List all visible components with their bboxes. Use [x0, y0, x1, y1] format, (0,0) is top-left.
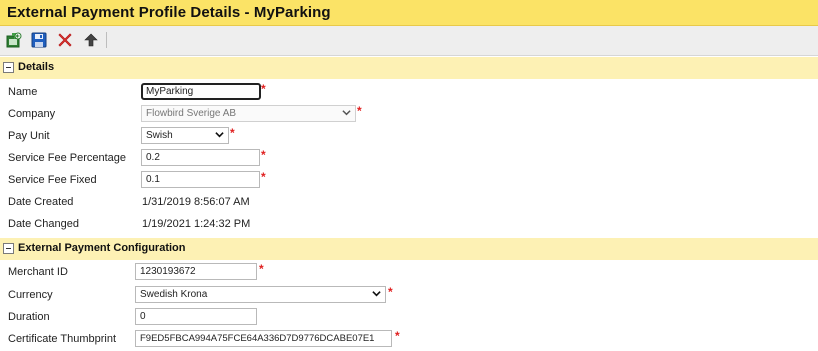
- page-title: External Payment Profile Details - MyPar…: [7, 4, 331, 21]
- details-section-title: Details: [18, 61, 55, 73]
- back-icon[interactable]: [6, 32, 22, 48]
- collapse-icon[interactable]: [3, 243, 14, 254]
- required-marker: *: [395, 329, 400, 343]
- date-changed-label: Date Changed: [8, 218, 79, 230]
- pay-unit-select[interactable]: Swish: [141, 127, 229, 144]
- currency-label: Currency: [8, 289, 53, 301]
- required-marker: *: [230, 126, 235, 140]
- company-value: Flowbird Sverige AB: [146, 108, 237, 119]
- company-label: Company: [8, 108, 56, 120]
- certificate-thumbprint-label: Certificate Thumbprint: [8, 333, 117, 345]
- collapse-icon[interactable]: [3, 62, 14, 73]
- date-created-value: 1/31/2019 8:56:07 AM: [142, 196, 250, 208]
- service-fee-percentage-label: Service Fee Percentage: [8, 152, 127, 164]
- name-input[interactable]: MyParking: [141, 83, 261, 100]
- required-marker: *: [357, 104, 362, 118]
- company-select[interactable]: Flowbird Sverige AB: [141, 105, 356, 122]
- currency-select[interactable]: Swedish Krona: [135, 286, 386, 303]
- toolbar-separator: [106, 32, 107, 48]
- config-section-title: External Payment Configuration: [18, 242, 186, 254]
- name-label: Name: [8, 86, 38, 98]
- service-fee-fixed-input[interactable]: 0.1: [141, 171, 260, 188]
- date-changed-value: 1/19/2021 1:24:32 PM: [142, 218, 251, 230]
- service-fee-percentage-input[interactable]: 0.2: [141, 149, 260, 166]
- chevron-down-icon: [372, 291, 381, 297]
- merchant-id-input[interactable]: 1230193672: [135, 263, 257, 280]
- duration-input[interactable]: 0: [135, 308, 257, 325]
- date-created-label: Date Created: [8, 196, 74, 208]
- required-marker: *: [261, 148, 266, 162]
- upload-icon[interactable]: [83, 32, 99, 48]
- pay-unit-label: Pay Unit: [8, 130, 50, 142]
- required-marker: *: [261, 170, 266, 184]
- title-bar: External Payment Profile Details - MyPar…: [0, 0, 818, 26]
- required-marker: *: [261, 82, 266, 96]
- certificate-thumbprint-input[interactable]: F9ED5FBCA994A75FCE64A336D7D9776DCABE07E1: [135, 330, 392, 347]
- merchant-id-label: Merchant ID: [8, 266, 68, 278]
- required-marker: *: [388, 285, 393, 299]
- duration-label: Duration: [8, 311, 50, 323]
- chevron-down-icon: [342, 110, 351, 116]
- save-icon[interactable]: [31, 32, 47, 48]
- service-fee-fixed-label: Service Fee Fixed: [8, 174, 97, 186]
- details-section-header[interactable]: Details: [0, 57, 818, 79]
- currency-value: Swedish Krona: [140, 289, 208, 300]
- required-marker: *: [259, 262, 264, 276]
- pay-unit-value: Swish: [146, 130, 173, 141]
- external-payment-config-section-header[interactable]: External Payment Configuration: [0, 238, 818, 260]
- delete-icon[interactable]: [57, 32, 73, 48]
- chevron-down-icon: [215, 132, 224, 138]
- toolbar: [0, 26, 818, 56]
